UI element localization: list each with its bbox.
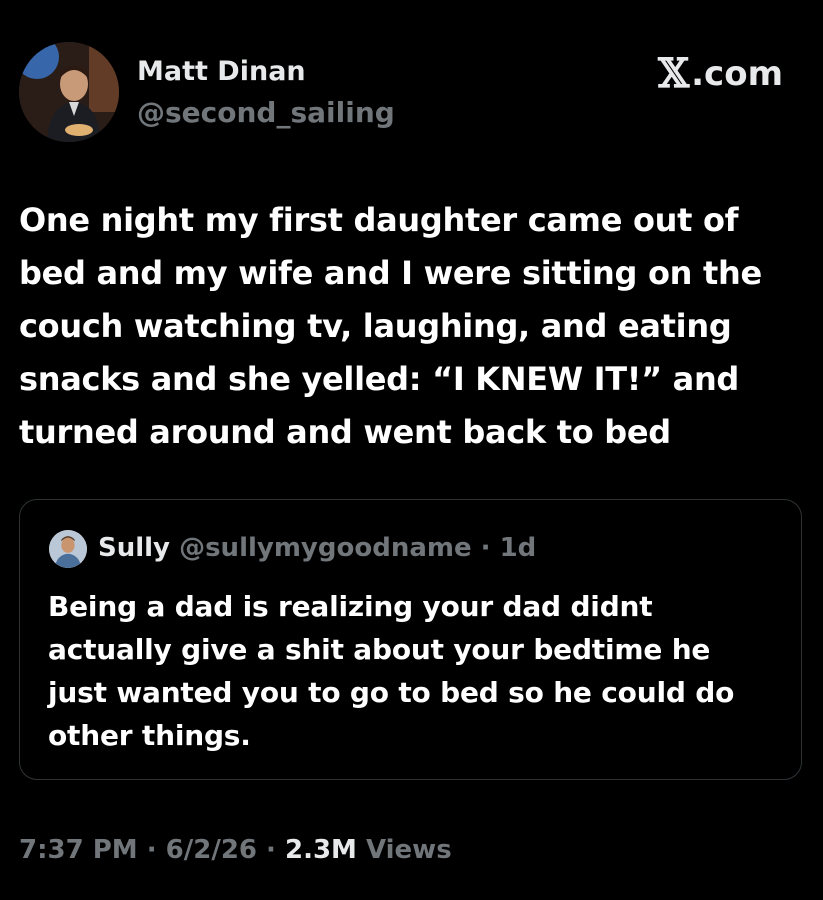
tweet-date[interactable]: 6/2/26: [166, 835, 257, 865]
views-count: 2.3M: [284, 835, 357, 865]
author-handle[interactable]: @second_sailing: [137, 96, 395, 129]
quote-author-name[interactable]: Sully: [98, 533, 170, 563]
quote-timestamp[interactable]: 1d: [500, 533, 537, 563]
author-name[interactable]: Matt Dinan: [137, 56, 306, 87]
footer-separator: ·: [137, 835, 166, 865]
tweet-text: One night my first daughter came out of …: [19, 201, 762, 451]
footer-separator: ·: [257, 835, 285, 865]
brand-label: .com: [691, 54, 783, 94]
author-avatar[interactable]: [19, 42, 119, 142]
quote-author-handle[interactable]: @sullymygoodname: [179, 533, 472, 563]
tweet-footer: 7:37 PM · 6/2/26 · 2.3M Views: [19, 835, 452, 865]
views-label: Views: [356, 835, 452, 865]
quote-author-avatar[interactable]: [49, 530, 87, 568]
profile-photo-icon: [19, 42, 119, 142]
quote-header: Sully @sullymygoodname · 1d: [98, 533, 536, 563]
brand-link[interactable]: 𝕏 .com: [658, 50, 783, 97]
quote-separator: ·: [471, 533, 500, 563]
quote-profile-photo-icon: [49, 530, 87, 568]
quoted-tweet-card[interactable]: Sully @sullymygoodname · 1d Being a dad …: [19, 499, 802, 780]
quote-text: Being a dad is realizing your dad didnt …: [48, 590, 735, 752]
x-logo-icon: 𝕏: [658, 50, 690, 97]
tweet-time[interactable]: 7:37 PM: [19, 835, 138, 865]
